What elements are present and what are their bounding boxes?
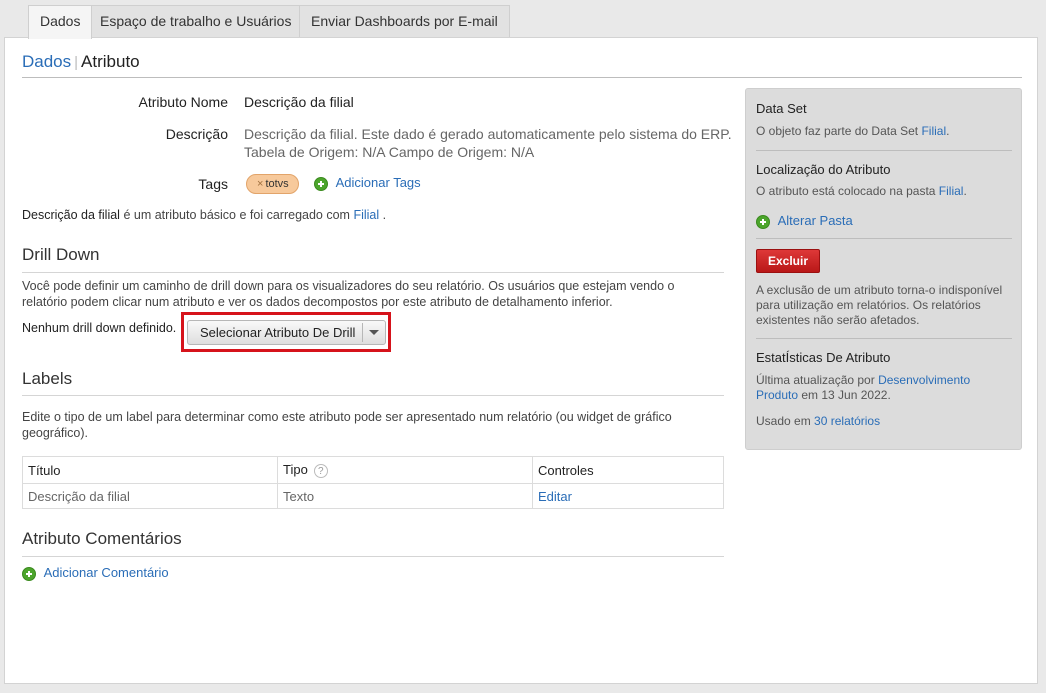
last-update-text: Última atualização por Desenvolvimento P… <box>756 373 1014 403</box>
sidebar-divider <box>756 238 1012 239</box>
plus-icon <box>756 214 770 229</box>
add-tags-label: Adicionar Tags <box>335 175 421 190</box>
dataset-text-end: . <box>946 124 950 138</box>
used-in-reports-link[interactable]: 30 relatórios <box>814 414 880 428</box>
plus-icon <box>314 176 328 191</box>
drill-down-divider <box>22 272 724 273</box>
tag-label: totvs <box>265 178 289 190</box>
drill-down-description: Você pode definir um caminho de drill do… <box>22 279 675 309</box>
location-text-label: O atributo está colocado na pasta <box>756 184 936 198</box>
labels-description: Edite o tipo de um label para determinar… <box>22 410 672 440</box>
basic-attribute-info: Descrição da filial é um atributo básico… <box>22 207 386 223</box>
tag-totvs[interactable]: × totvs <box>246 174 299 194</box>
tab-bar: Dados Espaço de trabalho e Usuários Envi… <box>0 0 1046 39</box>
attribute-description-label: Descrição <box>165 126 228 142</box>
plus-icon <box>22 566 36 581</box>
labels-heading: Labels <box>22 369 73 388</box>
dropdown-divider <box>362 323 363 342</box>
basic-dataset-link[interactable]: Filial <box>353 208 379 222</box>
add-tags-button[interactable]: Adicionar Tags <box>314 175 421 191</box>
basic-attribute-end: . <box>382 208 387 222</box>
column-header-type-label: Tipo <box>283 462 308 477</box>
no-drill-defined: Nenhum drill down definido. <box>22 321 177 335</box>
dataset-text: O objeto faz parte do Data Set Filial. <box>756 124 1014 139</box>
column-header-controls: Controles <box>532 456 724 484</box>
breadcrumb-current: Atributo <box>81 52 140 71</box>
dataset-text-label: O objeto faz parte do Data Set <box>756 124 919 138</box>
sidebar-divider <box>756 338 1012 339</box>
table-header-row: Título Tipo? Controles <box>22 456 724 484</box>
column-header-title: Título <box>22 456 278 484</box>
dataset-title: Data Set <box>756 101 807 116</box>
delete-warning: A exclusão de um atributo torna-o indisp… <box>756 283 1003 327</box>
cell-title: Descrição da filial <box>22 483 278 509</box>
basic-attribute-name: Descrição da filial <box>22 208 120 222</box>
attribute-name-label: Atributo Nome <box>138 94 228 110</box>
cell-type: Texto <box>277 483 533 509</box>
location-title: Localização do Atributo <box>756 162 891 177</box>
table-row: Descrição da filial Texto Editar <box>22 483 724 509</box>
tab-dados[interactable]: Dados <box>28 5 93 39</box>
header-divider <box>22 77 1022 78</box>
tag-remove-icon[interactable]: × <box>257 178 263 190</box>
stats-title: EstatÍsticas De Atributo <box>756 350 891 365</box>
last-update-prefix: Última atualização por <box>756 373 875 387</box>
sidebar-divider <box>756 150 1012 151</box>
breadcrumb: Dados | Atributo <box>22 52 140 72</box>
location-text: O atributo está colocado na pasta Filial… <box>756 184 1014 199</box>
add-comment-button[interactable]: Adicionar Comentário <box>22 565 169 581</box>
location-text-end: . <box>963 184 967 198</box>
usage-prefix: Usado em <box>756 414 811 428</box>
select-drill-attribute-label: Selecionar Atributo De Drill <box>200 325 356 340</box>
attribute-description-value: Descrição da filial. Este dado é gerado … <box>244 126 732 160</box>
delete-button[interactable]: Excluir <box>756 249 820 273</box>
edit-label-link[interactable]: Editar <box>538 489 572 504</box>
breadcrumb-separator: | <box>74 54 79 71</box>
attribute-name-value: Descrição da filial <box>244 94 354 110</box>
labels-divider <box>22 395 724 396</box>
comments-heading: Atributo Comentários <box>22 529 182 548</box>
folder-link[interactable]: Filial <box>939 184 964 198</box>
change-folder-label: Alterar Pasta <box>777 213 853 228</box>
main-panel: Dados | Atributo Atributo Nome Descrição d… <box>4 37 1038 684</box>
change-folder-button[interactable]: Alterar Pasta <box>756 213 1014 229</box>
cell-controls: Editar <box>532 483 724 509</box>
select-drill-attribute-dropdown[interactable]: Selecionar Atributo De Drill <box>187 320 386 345</box>
dataset-link[interactable]: Filial <box>921 124 946 138</box>
drill-down-heading: Drill Down <box>22 245 100 264</box>
basic-attribute-text: é um atributo básico e foi carregado com <box>123 208 350 222</box>
labels-table: Título Tipo? Controles Descrição da fili… <box>22 456 724 509</box>
add-comment-label: Adicionar Comentário <box>43 565 169 580</box>
tags-label: Tags <box>198 176 228 192</box>
breadcrumb-dados-link[interactable]: Dados <box>22 52 71 71</box>
comments-divider <box>22 556 724 557</box>
column-header-type: Tipo? <box>277 456 533 484</box>
usage-text: Usado em 30 relatórios <box>756 414 1014 429</box>
chevron-down-icon <box>369 330 379 335</box>
attribute-sidebar: Data Set O objeto faz parte do Data Set … <box>745 88 1022 450</box>
tab-email-dashboards[interactable]: Enviar Dashboards por E-mail <box>299 5 510 38</box>
tab-workspace-users[interactable]: Espaço de trabalho e Usuários <box>88 5 304 38</box>
updated-date: em 13 Jun 2022. <box>801 388 891 402</box>
help-icon[interactable]: ? <box>313 464 328 478</box>
